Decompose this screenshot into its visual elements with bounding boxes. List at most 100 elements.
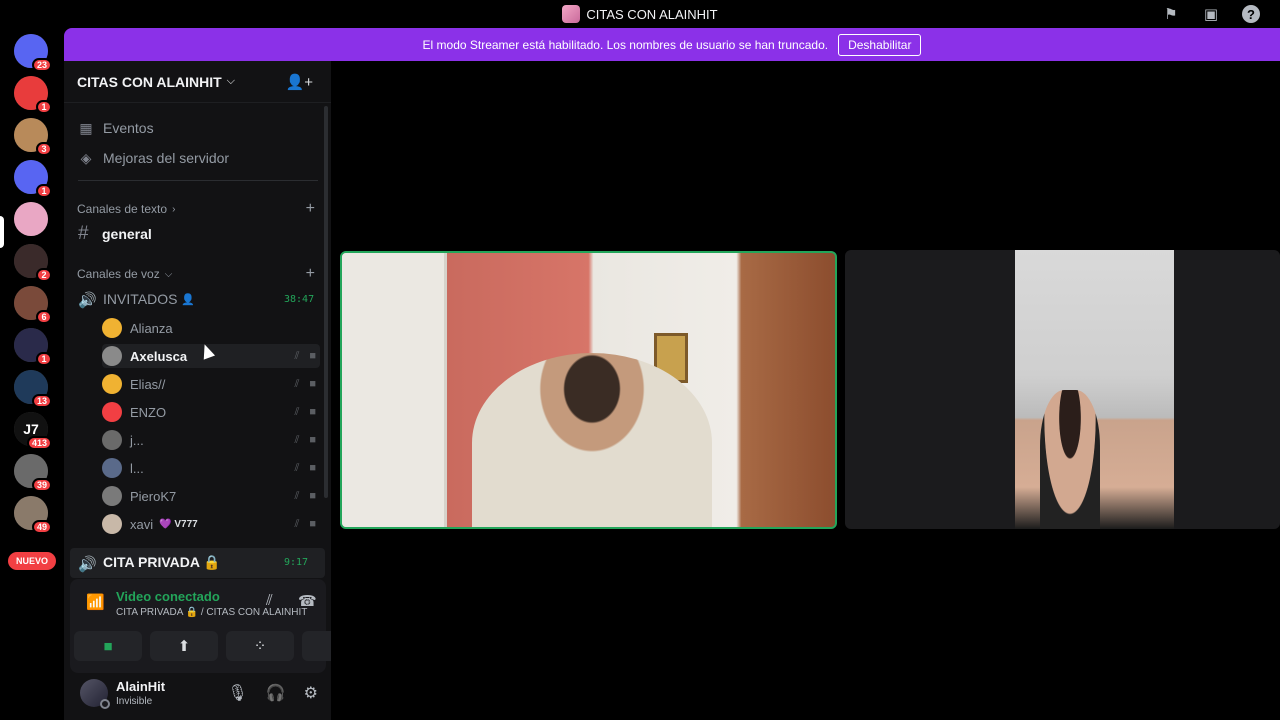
- voice-member[interactable]: j... ⫽ ■: [102, 428, 320, 452]
- new-badge[interactable]: NUEVO: [8, 552, 56, 570]
- video-stage: [331, 61, 1280, 720]
- noise-suppression-icon[interactable]: ⫽: [266, 592, 273, 609]
- mention-badge: 13: [31, 394, 52, 408]
- mention-badge: 1: [36, 184, 52, 198]
- mention-badge: 39: [31, 478, 52, 492]
- divider: [78, 180, 318, 181]
- calendar-icon: ▦: [79, 119, 93, 136]
- member-name: Elias//: [130, 376, 166, 392]
- server-icon-server-1[interactable]: 1: [14, 76, 52, 114]
- title-bar: CITAS CON ALAINHIT ⚑ ▣ ?: [0, 0, 1280, 28]
- chevron-right-icon: ›: [172, 203, 176, 215]
- server-icon-server-7[interactable]: 1: [14, 328, 52, 366]
- username[interactable]: AlainHit: [116, 679, 165, 694]
- server-header[interactable]: CITAS CON ALAINHIT ⌵ 👤+: [64, 61, 331, 103]
- activities-button[interactable]: ⁘: [226, 631, 294, 661]
- camera-icon: ■: [309, 461, 316, 474]
- boosts-label: Mejoras del servidor: [103, 150, 230, 166]
- server-icon: [562, 5, 581, 23]
- invite-people-icon[interactable]: 👤+: [286, 73, 313, 91]
- microphone-icon[interactable]: 🎙: [227, 683, 247, 703]
- events-item[interactable]: ▦ Eventos: [78, 119, 154, 137]
- voice-member[interactable]: ENZO ⫽ ■: [102, 400, 320, 424]
- channel-sidebar: CITAS CON ALAINHIT ⌵ 👤+ ▦ Eventos ◈ Mejo…: [64, 61, 370, 720]
- speaker-icon: 🔊: [78, 292, 97, 309]
- headphones-icon[interactable]: 🎧: [266, 683, 286, 703]
- text-category-label: Canales de texto: [77, 202, 168, 216]
- server-icon-server-6[interactable]: 6: [14, 286, 52, 324]
- camera-icon: ■: [309, 433, 316, 446]
- camera-icon: ■: [309, 489, 316, 502]
- camera-button[interactable]: ■: [74, 631, 142, 661]
- user-limit-icon: 👤: [181, 293, 196, 306]
- avatar: [102, 458, 122, 478]
- member-name: PieroK7: [130, 488, 177, 504]
- member-name: ENZO: [130, 404, 167, 420]
- muted-mic-icon: ⫽: [294, 489, 300, 502]
- member-name: l...: [130, 460, 144, 476]
- selected-server-indicator: [0, 216, 4, 248]
- muted-mic-icon: ⫽: [294, 349, 300, 362]
- server-icon-server-5[interactable]: 2: [14, 244, 52, 282]
- channel-name: general: [102, 226, 152, 242]
- disable-streamer-button[interactable]: Deshabilitar: [838, 33, 922, 56]
- text-channels-category[interactable]: Canales de texto ›: [77, 202, 175, 216]
- user-status: Invisible: [116, 696, 153, 707]
- camera-icon: ■: [309, 517, 316, 530]
- channel-general[interactable]: # general: [78, 223, 152, 245]
- voice-location[interactable]: CITA PRIVADA 🔒 / CITAS CON ALAINHIT: [116, 607, 307, 618]
- events-label: Eventos: [103, 120, 154, 136]
- avatar: [102, 318, 122, 338]
- video-tile-speaking[interactable]: [340, 251, 837, 529]
- voice-member[interactable]: xavi 💜 V777 ⫽ ■: [102, 512, 320, 536]
- avatar[interactable]: [80, 679, 110, 709]
- server-icon-server-3[interactable]: 1: [14, 160, 52, 198]
- voice-member[interactable]: Elias// ⫽ ■: [102, 372, 320, 396]
- server-boosts-item[interactable]: ◈ Mejoras del servidor: [78, 149, 230, 167]
- server-icon-server-4[interactable]: [14, 202, 48, 236]
- mention-badge: 413: [26, 436, 52, 450]
- avatar: [102, 346, 122, 366]
- muted-mic-icon: ⫽: [294, 517, 300, 530]
- voice-channel-invitados[interactable]: 🔊 INVITADOS 👤 38:47: [78, 291, 314, 309]
- avatar: [102, 374, 122, 394]
- boost-icon: ◈: [80, 149, 92, 166]
- voice-member[interactable]: Alianza: [102, 316, 320, 340]
- create-voice-channel-icon[interactable]: +: [306, 265, 315, 283]
- video-participant: [472, 353, 712, 527]
- server-icon-home[interactable]: 23: [14, 34, 52, 72]
- server-icon-server-9[interactable]: J7 413: [14, 412, 52, 450]
- speaker-icon: 🔊: [78, 555, 97, 573]
- avatar: [102, 514, 122, 534]
- voice-category-label: Canales de voz: [77, 267, 160, 281]
- server-icon-server-10[interactable]: 39: [14, 454, 52, 492]
- streamer-mode-banner: El modo Streamer está habilitado. Los no…: [64, 28, 1280, 61]
- mention-badge: 2: [36, 268, 52, 282]
- mention-badge: 23: [31, 58, 52, 72]
- voice-member[interactable]: l... ⫽ ■: [102, 456, 320, 480]
- create-text-channel-icon[interactable]: +: [306, 200, 315, 218]
- camera-icon: ■: [309, 405, 316, 418]
- muted-mic-icon: ⫽: [294, 405, 300, 418]
- inbox-icon[interactable]: ▣: [1200, 4, 1222, 24]
- help-icon[interactable]: ?: [1240, 4, 1262, 24]
- avatar: [102, 402, 122, 422]
- banner-text: El modo Streamer está habilitado. Los no…: [422, 37, 829, 52]
- member-name: j...: [130, 432, 144, 448]
- signal-icon[interactable]: 📶: [86, 593, 105, 611]
- server-icon-server-8[interactable]: 13: [14, 370, 52, 408]
- server-icon-server-2[interactable]: 3: [14, 118, 52, 156]
- disconnect-icon[interactable]: ☎: [298, 592, 317, 610]
- scrollbar[interactable]: [324, 106, 328, 498]
- screen-share-button[interactable]: ⬆: [150, 631, 218, 661]
- voice-channels-category[interactable]: Canales de voz ⌵: [77, 267, 172, 281]
- window-title: CITAS CON ALAINHIT: [586, 6, 718, 22]
- settings-icon[interactable]: ⚙: [304, 683, 318, 703]
- flag-icon[interactable]: ⚑: [1160, 4, 1182, 24]
- video-tile[interactable]: [845, 250, 1280, 529]
- voice-member[interactable]: PieroK7 ⫽ ■: [102, 484, 320, 508]
- voice-channel-cita-privada[interactable]: 🔊 CITA PRIVADA 🔒 9:17: [70, 548, 325, 578]
- user-panel: AlainHit Invisible 🎙 🎧 ⚙: [70, 673, 326, 717]
- server-icon-server-11[interactable]: 49: [14, 496, 52, 534]
- mention-badge: 1: [36, 352, 52, 366]
